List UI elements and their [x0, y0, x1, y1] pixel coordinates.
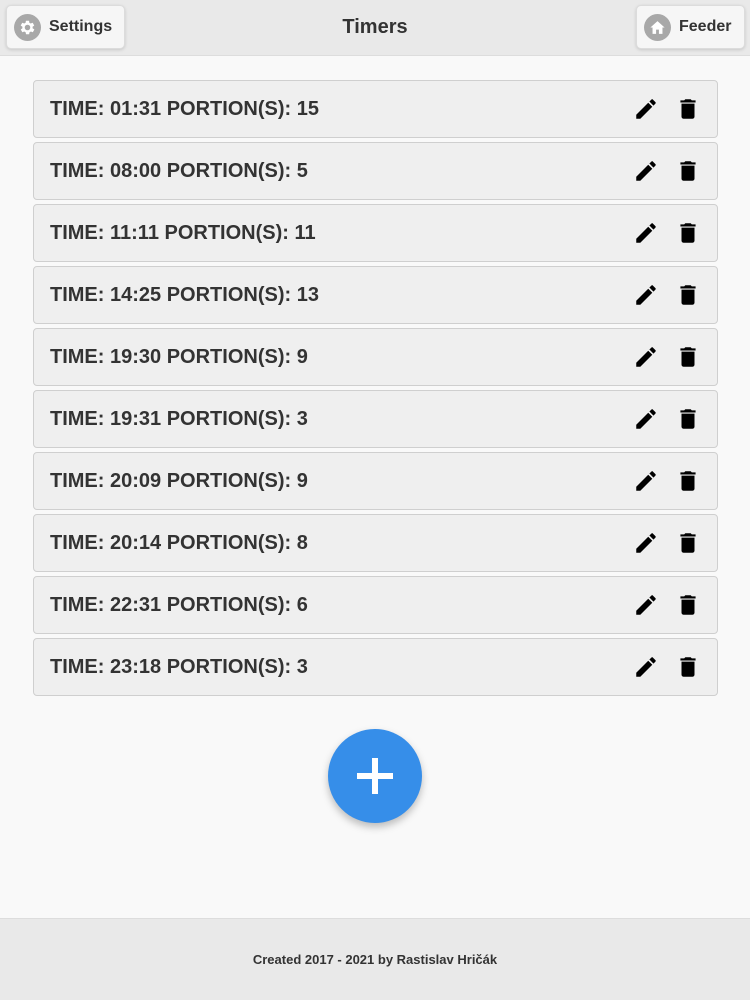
row-actions — [633, 453, 701, 509]
feeder-button[interactable]: Feeder — [636, 5, 745, 49]
timer-row: TIME: 22:31 PORTION(S): 6 — [33, 576, 718, 634]
row-actions — [633, 577, 701, 633]
footer: Created 2017 - 2021 by Rastislav Hričák — [0, 918, 750, 1000]
trash-icon[interactable] — [675, 654, 701, 680]
timer-label: TIME: 19:31 PORTION(S): 3 — [50, 407, 308, 430]
trash-icon[interactable] — [675, 220, 701, 246]
pencil-icon[interactable] — [633, 96, 659, 122]
pencil-icon[interactable] — [633, 282, 659, 308]
row-actions — [633, 639, 701, 695]
pencil-icon[interactable] — [633, 406, 659, 432]
timer-list: TIME: 01:31 PORTION(S): 15 TIME: 08:00 PO… — [33, 80, 718, 700]
pencil-icon[interactable] — [633, 592, 659, 618]
pencil-icon[interactable] — [633, 468, 659, 494]
timer-row: TIME: 23:18 PORTION(S): 3 — [33, 638, 718, 696]
timer-row: TIME: 01:31 PORTION(S): 15 — [33, 80, 718, 138]
row-actions — [633, 267, 701, 323]
pencil-icon[interactable] — [633, 344, 659, 370]
timer-label: TIME: 11:11 PORTION(S): 11 — [50, 221, 316, 244]
header-bar: Settings Timers Feeder — [0, 0, 750, 56]
trash-icon[interactable] — [675, 592, 701, 618]
pencil-icon[interactable] — [633, 220, 659, 246]
trash-icon[interactable] — [675, 530, 701, 556]
timer-row: TIME: 20:14 PORTION(S): 8 — [33, 514, 718, 572]
home-icon — [644, 13, 671, 41]
row-actions — [633, 391, 701, 447]
timer-row: TIME: 20:09 PORTION(S): 9 — [33, 452, 718, 510]
trash-icon[interactable] — [675, 468, 701, 494]
row-actions — [633, 81, 701, 137]
row-actions — [633, 205, 701, 261]
row-actions — [633, 329, 701, 385]
timer-row: TIME: 11:11 PORTION(S): 11 — [33, 204, 718, 262]
timer-label: TIME: 14:25 PORTION(S): 13 — [50, 283, 319, 306]
pencil-icon[interactable] — [633, 530, 659, 556]
trash-icon[interactable] — [675, 344, 701, 370]
feeder-label: Feeder — [679, 18, 732, 35]
trash-icon[interactable] — [675, 158, 701, 184]
footer-credit: Created 2017 - 2021 by Rastislav Hričák — [252, 952, 498, 967]
timer-label: TIME: 08:00 PORTION(S): 5 — [50, 159, 308, 182]
plus-icon — [357, 758, 393, 794]
trash-icon[interactable] — [675, 96, 701, 122]
trash-icon[interactable] — [675, 406, 701, 432]
row-actions — [633, 143, 701, 199]
add-timer-button[interactable] — [328, 729, 422, 823]
timer-row: TIME: 19:30 PORTION(S): 9 — [33, 328, 718, 386]
pencil-icon[interactable] — [633, 158, 659, 184]
timer-label: TIME: 22:31 PORTION(S): 6 — [50, 593, 308, 616]
timer-label: TIME: 01:31 PORTION(S): 15 — [50, 97, 319, 120]
trash-icon[interactable] — [675, 282, 701, 308]
timer-label: TIME: 23:18 PORTION(S): 3 — [50, 655, 308, 678]
timer-row: TIME: 08:00 PORTION(S): 5 — [33, 142, 718, 200]
timer-label: TIME: 20:09 PORTION(S): 9 — [50, 469, 308, 492]
timer-row: TIME: 14:25 PORTION(S): 13 — [33, 266, 718, 324]
row-actions — [633, 515, 701, 571]
timer-label: TIME: 19:30 PORTION(S): 9 — [50, 345, 308, 368]
timer-label: TIME: 20:14 PORTION(S): 8 — [50, 531, 308, 554]
timer-row: TIME: 19:31 PORTION(S): 3 — [33, 390, 718, 448]
pencil-icon[interactable] — [633, 654, 659, 680]
